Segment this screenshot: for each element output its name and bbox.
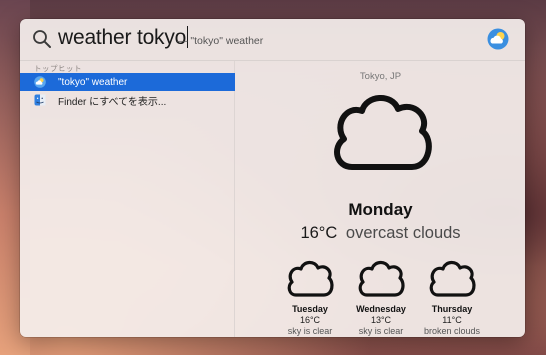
forecast-condition: broken clouds [423,326,481,336]
search-input[interactable]: weather tokyo [58,26,189,50]
search-icon [33,30,51,48]
spotlight-window: weather tokyo — "tokyo" weather トップヒット "… [20,19,525,337]
finder-icon [34,94,46,106]
forecast-day-name: Wednesday [356,304,406,314]
forecast-day: Thursday 11°C broken clouds [411,259,493,336]
result-item-show-all-in-finder[interactable]: Finder にすべてを表示... [20,91,235,109]
weather-temperature: 16°C [300,224,338,242]
forecast-day-name: Thursday [431,304,473,314]
result-item-tokyo-weather[interactable]: "tokyo" weather [20,73,235,91]
result-item-label: Finder にすべてを表示... [58,96,167,108]
weather-condition: overcast clouds [345,224,461,242]
forecast-temp: 16°C [299,315,321,325]
search-query-text: weather tokyo [58,26,187,49]
forecast-day: Wednesday 13°C sky is clear [340,259,422,336]
forecast-condition: sky is clear [287,326,333,336]
forecast-temp: 11°C [442,315,462,325]
search-bar[interactable]: weather tokyo — "tokyo" weather [20,19,525,61]
weather-app-icon [487,28,509,50]
search-completion-hint: — "tokyo" weather [177,35,264,47]
weather-icon [34,76,46,88]
cloud-icon [358,260,405,297]
forecast-temp: 13°C [370,315,392,325]
results-list: トップヒット "tokyo" weather Finder にすべてを表示... [20,61,235,337]
cloud-icon [334,95,432,170]
weather-preview: Tokyo, JP Monday 16°C overcast clouds Tu… [236,61,525,337]
weather-current: 16°C overcast clouds [236,224,525,243]
result-item-label: "tokyo" weather [58,76,128,88]
forecast-condition: sky is clear [358,326,404,336]
cloud-icon [287,260,334,297]
forecast-day-name: Tuesday [292,304,328,314]
weather-location: Tokyo, JP [359,71,402,82]
forecast-day: Tuesday 16°C sky is clear [269,259,351,336]
cloud-icon [429,260,476,297]
weather-day: Monday [348,200,413,219]
